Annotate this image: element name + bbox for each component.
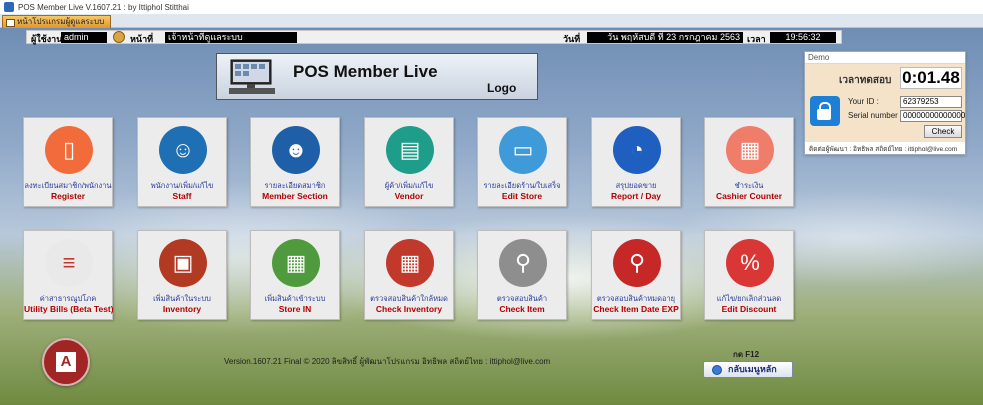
tile-glyph: ▯ [62,137,76,162]
staff-person-icon: ☺ [159,126,207,174]
tile-glyph: ▦ [739,137,761,162]
user-icon [113,31,125,43]
tile-english-label: Check Inventory [375,304,443,314]
back-to-main-menu-label: กลับเมนูหลัก [728,364,777,374]
menu-tile-check-item[interactable]: ⚲ ตรวจสอบสินค้า Check Item [477,230,567,320]
logo-title: POS Member Live [293,62,438,81]
tile-english-label: Utility Bills (Beta Test) [24,304,114,314]
members-group-icon: ☻ [272,126,320,174]
tile-glyph: ⚲ [628,250,646,275]
inventory-box-icon: ▣ [159,239,207,287]
menu-tile-vendor[interactable]: ▤ ผู้ค้า/เพิ่ม/แก้ไข Vendor [364,117,454,207]
check-button[interactable]: Check [924,125,962,138]
role-label: หน้าที่ [130,34,154,44]
status-info-bar: ผู้ใช้งาน admin หน้าที่ เจ้าหน้าที่ดูแลร… [26,30,842,44]
tab-bar: หน้าโปรแกรมผู้ดูแลระบบ [0,14,983,28]
menu-tile-inventory[interactable]: ▣ เพิ่มสินค้าในระบบ Inventory [137,230,227,320]
menu-tile-edit-discount[interactable]: % แก้ไข/ยกเลิกส่วนลด Edit Discount [704,230,794,320]
report-chart-icon: ◔ [613,126,661,174]
time-label: เวลา [747,34,766,44]
register-tablet-icon: ▯ [45,126,93,174]
serial-label: Serial number [848,111,898,120]
tile-english-label: Register [50,191,85,201]
check-inventory-icon: ▦ [386,239,434,287]
id-field[interactable]: 62379253 [900,96,962,108]
tile-english-label: Inventory [162,304,202,314]
tile-glyph: ▦ [399,250,421,275]
tile-english-label: Report / Day [610,191,662,201]
globe-icon [712,365,722,375]
tile-glyph: ▤ [399,137,421,162]
tile-glyph: % [740,250,760,275]
access-letter: A [56,352,76,372]
tab-admin-home[interactable]: หน้าโปรแกรมผู้ดูแลระบบ [2,15,112,28]
menu-tile-report-day[interactable]: ◔ สรุปยอดขาย Report / Day [591,117,681,207]
tile-glyph: ☻ [284,137,308,162]
tile-glyph: ◔ [630,137,644,162]
tile-english-label: Member Section [262,191,328,201]
user-value: admin [61,32,107,43]
menu-tile-utility-bills-beta-test[interactable]: ≡ ค่าสาธารณูปโภค Utility Bills (Beta Test) [23,230,114,320]
store-in-boxes-icon: ▦ [272,239,320,287]
logo-subtitle: Logo [487,81,517,95]
lock-icon [810,96,840,126]
tile-glyph: ▣ [172,250,194,275]
demo-header: Demo [805,52,965,64]
menu-tile-staff[interactable]: ☺ พนักงาน/เพิ่ม/แก้ไข Staff [137,117,227,207]
menu-tile-check-inventory[interactable]: ▦ ตรวจสอบสินค้าใกล้หมด Check Inventory [364,230,454,320]
tile-english-label: Edit Store [501,191,543,201]
pos-terminal-icon [229,59,275,94]
date-value: วัน พฤหัสบดี ที่ 23 กรกฎาคม 2563 [587,32,743,43]
access-database-icon[interactable]: A [42,338,90,386]
logo-banner: POS Member Live Logo [216,53,538,100]
trial-time-label: เวลาทดสอบ [839,75,892,86]
serial-number-field[interactable]: 00000000000000 [900,110,965,122]
back-to-main-menu-button[interactable]: กลับเมนูหลัก [703,361,793,378]
version-footer: Version.1607.21 Final © 2020 ลิขสิทธิ์ ผ… [224,357,551,366]
demo-license-panel: Demo เวลาทดสอบ 0:01.48 Your ID : 6237925… [804,51,966,155]
time-value: 19:56:32 [770,32,836,43]
demo-body: เวลาทดสอบ 0:01.48 Your ID : 62379253 Ser… [805,64,965,142]
check-expiry-magnifier-icon: ⚲ [613,239,661,287]
tile-glyph: ▭ [512,137,534,162]
developer-contact: ติดต่อผู้พัฒนา : อิทธิพล สถิตย์ไทย : itt… [809,146,958,153]
cash-register-icon: ▦ [726,126,774,174]
tile-english-label: Staff [172,191,192,201]
user-label: ผู้ใช้งาน [31,34,63,44]
window-titlebar: POS Member Live V.1607.21 : by Ittiphol … [0,0,983,14]
menu-tile-edit-store[interactable]: ▭ รายละเอียดร้าน/ใบเสร็จ Edit Store [477,117,567,207]
menu-tile-register[interactable]: ▯ ลงทะเบียนสมาชิก/พนักงาน Register [23,117,113,207]
menu-tile-member-section[interactable]: ☻ รายละเอียดสมาชิก Member Section [250,117,340,207]
tile-glyph: ▦ [285,250,307,275]
tile-english-label: Check Item Date EXP [593,304,679,314]
id-label: Your ID : [848,97,879,106]
app-icon [4,2,14,12]
f12-hint: กด F12 [733,350,760,359]
trial-timer: 0:01.48 [900,67,962,89]
tile-english-label: Vendor [394,191,424,201]
window-title: POS Member Live V.1607.21 : by Ittiphol … [18,2,189,12]
check-item-magnifier-icon: ⚲ [499,239,547,287]
vendor-shop-icon: ▤ [386,126,434,174]
main-stage: ผู้ใช้งาน admin หน้าที่ เจ้าหน้าที่ดูแลร… [0,28,983,405]
discount-tag-icon: % [726,239,774,287]
menu-tile-check-item-date-exp[interactable]: ⚲ ตรวจสอบสินค้าหมดอายุ Check Item Date EXP [591,230,681,320]
role-value: เจ้าหน้าที่ดูแลระบบ [165,32,297,43]
tile-english-label: Check Item [499,304,545,314]
menu-tile-store-in[interactable]: ▦ เพิ่มสินค้าเข้าระบบ Store IN [250,230,340,320]
tile-english-label: Edit Discount [721,304,777,314]
tile-english-label: Cashier Counter [715,191,783,201]
utility-bills-icon: ≡ [45,239,93,287]
tile-glyph: ☺ [171,137,195,162]
date-label: วันที่ [563,34,581,44]
menu-tile-cashier-counter[interactable]: ▦ ชำระเงิน Cashier Counter [704,117,794,207]
tile-english-label: Store IN [278,304,312,314]
store-monitor-icon: ▭ [499,126,547,174]
tile-glyph: ⚲ [514,250,532,275]
tile-glyph: ≡ [62,250,76,275]
